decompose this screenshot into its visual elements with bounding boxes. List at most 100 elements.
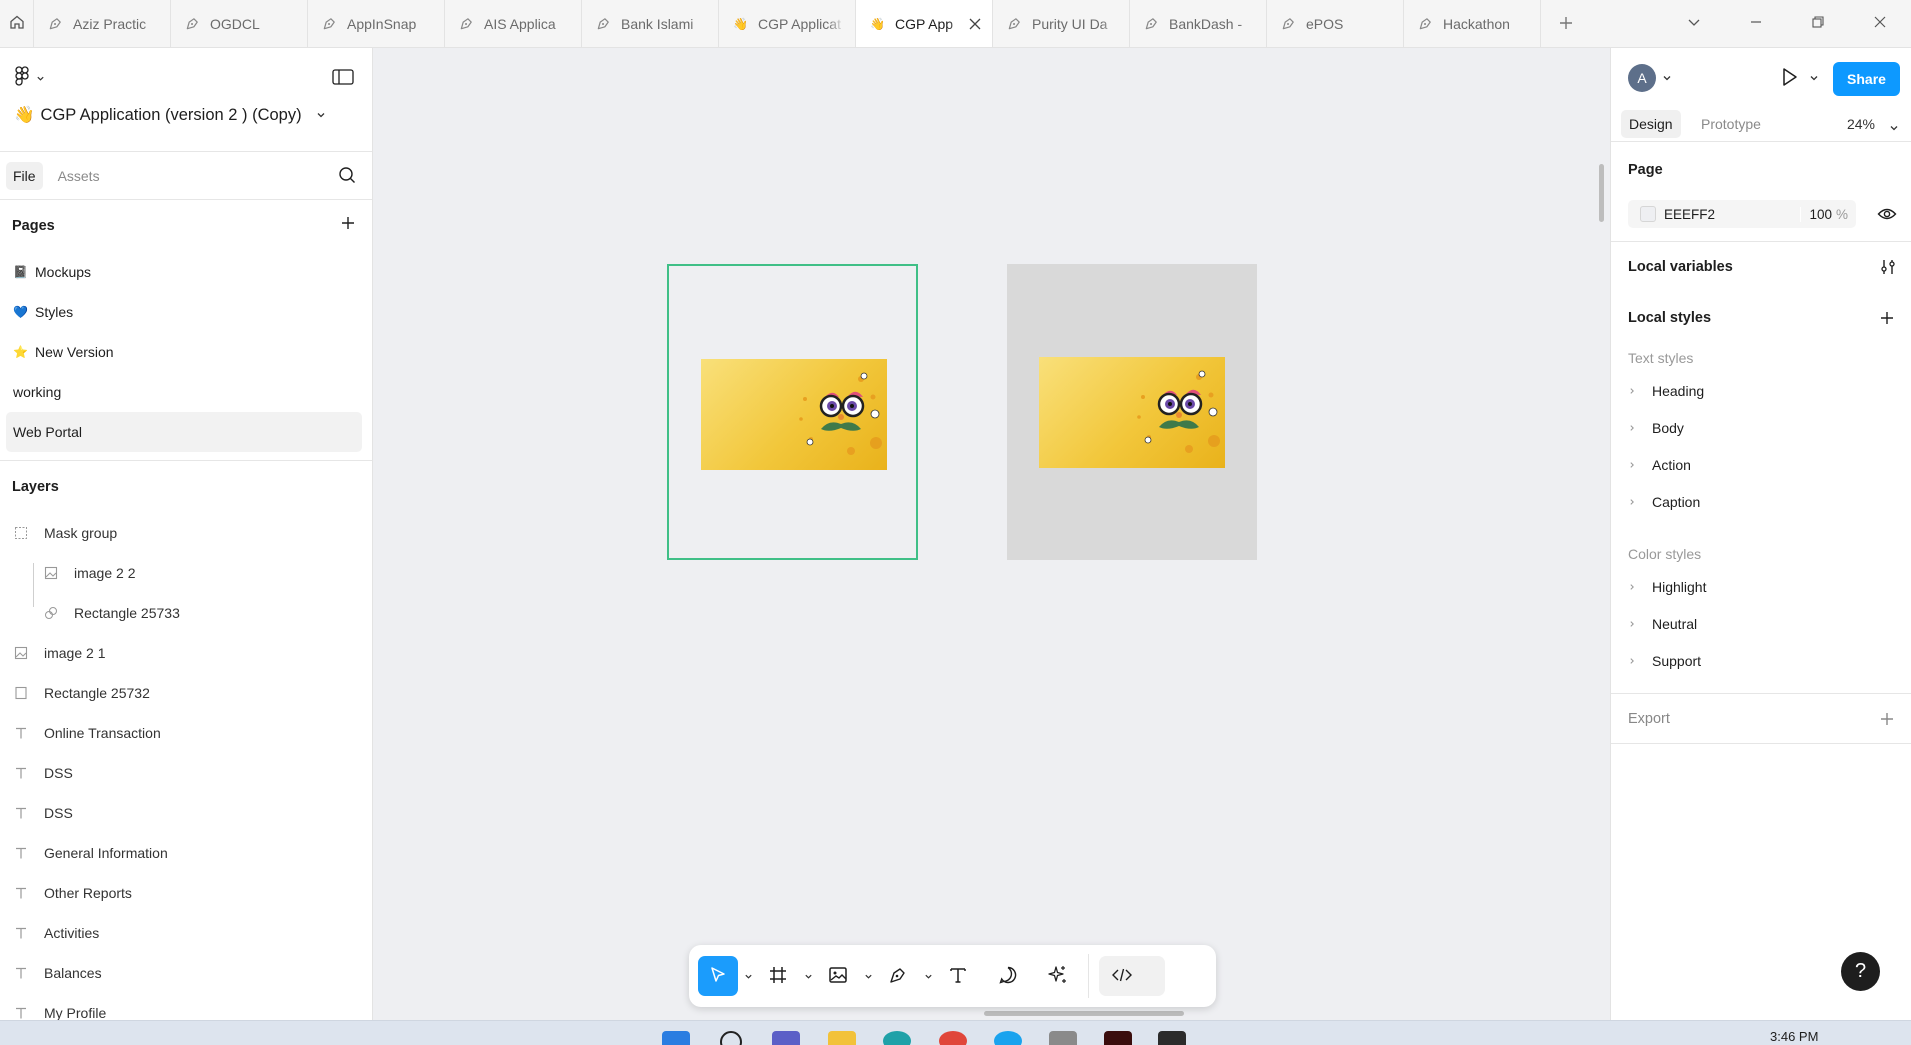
add-style-icon[interactable] [1879,310,1895,329]
text-tool-button[interactable] [938,956,978,996]
style-item[interactable]: Highlight [1611,568,1911,605]
color-swatch[interactable] [1640,206,1656,222]
page-fill-input[interactable]: EEEFF2 100 % [1628,200,1856,228]
dev-mode-toggle[interactable] [1099,956,1165,996]
tab-label: ePOS [1306,15,1344,32]
design-canvas[interactable] [373,48,1610,1020]
tab-assets[interactable]: Assets [51,162,107,190]
tab-file[interactable]: File [6,161,43,190]
image-tool-dropdown[interactable] [858,956,878,996]
layer-item[interactable]: DSS [0,793,372,833]
style-item[interactable]: Neutral [1611,605,1911,642]
comment-tool-button[interactable] [988,956,1028,996]
layer-item[interactable]: DSS [0,753,372,793]
help-button[interactable]: ? [1841,952,1880,991]
style-item[interactable]: Body [1611,409,1911,446]
edge-icon[interactable] [883,1031,911,1045]
page-item[interactable]: ⭐ New Version [0,332,362,372]
search-icon[interactable] [338,166,356,187]
move-tool-button[interactable] [698,956,738,996]
fill-opacity-value[interactable]: 100 [1800,206,1832,222]
search-icon[interactable] [720,1031,742,1045]
frame-tool-dropdown[interactable] [798,956,818,996]
frame-tool-button[interactable] [758,956,798,996]
browser-tab[interactable]: 👋 CGP App [856,0,993,47]
style-item[interactable]: Caption [1611,483,1911,520]
rectangle-frame[interactable] [1007,264,1257,560]
toggle-sidebar-button[interactable] [332,68,354,89]
tab-design[interactable]: Design [1621,110,1681,138]
layer-item[interactable]: Activities [0,913,372,953]
home-tab[interactable] [0,0,34,47]
move-tool-dropdown[interactable] [738,956,758,996]
browser-tab[interactable]: 👋 CGP Applicat [719,0,856,47]
figma-taskbar-icon[interactable] [1158,1031,1186,1045]
eye-icon[interactable] [1877,206,1897,225]
layer-item[interactable]: image 2 1 [0,633,372,673]
layer-item[interactable]: Rectangle 25733 [0,593,372,633]
folder-icon[interactable] [828,1031,856,1045]
banner-image[interactable] [701,359,887,470]
chevron-down-icon[interactable] [1809,70,1819,86]
sliders-icon[interactable] [1879,258,1897,279]
avatar[interactable]: A [1628,64,1656,92]
zoom-level[interactable]: 24% [1847,116,1875,132]
page-item[interactable]: 💙 Styles [0,292,362,332]
browser-tab[interactable]: Hackathon [1404,0,1541,47]
tabs-dropdown-button[interactable] [1663,0,1725,47]
fill-hex-value[interactable]: EEEFF2 [1664,207,1715,222]
layer-item[interactable]: General Information [0,833,372,873]
file-name-button[interactable]: 👋 CGP Application (version 2 ) (Copy) [14,106,326,125]
layer-item[interactable]: Other Reports [0,873,372,913]
chevron-down-icon[interactable] [1662,70,1672,86]
layer-item[interactable]: image 2 2 [0,553,372,593]
mask-group-frame[interactable] [667,264,918,560]
present-button[interactable] [1778,66,1800,91]
vertical-scrollbar[interactable] [1599,164,1604,222]
share-button[interactable]: Share [1833,62,1900,96]
layer-item[interactable]: Balances [0,953,372,993]
app-icon[interactable] [1049,1031,1077,1045]
new-tab-button[interactable] [1541,0,1591,47]
style-item[interactable]: Support [1611,642,1911,679]
teams-icon[interactable] [772,1031,800,1045]
pen-tool-button[interactable] [878,956,918,996]
acrobat-icon[interactable] [1104,1031,1132,1045]
layer-item[interactable]: Rectangle 25732 [0,673,372,713]
layer-item[interactable]: My Profile [0,993,372,1020]
tab-prototype[interactable]: Prototype [1693,110,1769,138]
ai-tool-button[interactable] [1038,956,1078,996]
browser-tab[interactable]: AIS Applica [445,0,582,47]
chevron-down-icon[interactable] [1889,120,1899,136]
browser-tab[interactable]: AppInSnap [308,0,445,47]
horizontal-scrollbar[interactable] [984,1011,1184,1016]
page-item[interactable]: working [0,372,362,412]
export-title[interactable]: Export [1611,711,1687,727]
restore-button[interactable] [1787,0,1849,47]
minimize-button[interactable] [1725,0,1787,47]
browser-tab[interactable]: Bank Islami [582,0,719,47]
add-export-icon[interactable] [1879,711,1895,730]
pen-tool-dropdown[interactable] [918,956,938,996]
main-menu-button[interactable] [14,66,45,89]
browser-tab[interactable]: OGDCL [171,0,308,47]
browser-tab[interactable]: ePOS [1267,0,1404,47]
layer-item[interactable]: Online Transaction [0,713,372,753]
close-window-button[interactable] [1849,0,1911,47]
close-tab-icon[interactable] [968,17,982,31]
skype-icon[interactable] [994,1031,1022,1045]
image-tool-button[interactable] [818,956,858,996]
style-item[interactable]: Heading [1611,372,1911,409]
windows-start-icon[interactable] [662,1031,690,1045]
browser-tab[interactable]: Purity UI Da [993,0,1130,47]
banner-image[interactable] [1039,357,1225,468]
browser-tab[interactable]: BankDash - [1130,0,1267,47]
local-variables-title[interactable]: Local variables [1611,259,1750,275]
layer-item[interactable]: Mask group [0,513,372,553]
chrome-icon[interactable] [939,1031,967,1045]
add-page-icon[interactable] [340,215,356,235]
browser-tab[interactable]: Aziz Practic [34,0,171,47]
page-item[interactable]: 📓 Mockups [0,252,362,292]
page-item[interactable]: Web Portal [6,412,362,452]
style-item[interactable]: Action [1611,446,1911,483]
